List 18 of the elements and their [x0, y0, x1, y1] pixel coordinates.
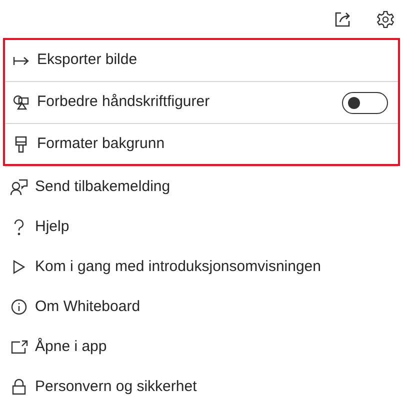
menu-item[interactable]: Åpne i app — [0, 327, 403, 367]
menu-item-label: Send tilbakemelding — [35, 176, 172, 197]
menu-item[interactable]: Formater bakgrunn — [5, 124, 398, 164]
menu-item-label: Eksporter bilde — [37, 50, 138, 70]
menu-item[interactable]: Personvern og sikkerhet — [0, 367, 403, 407]
menu-item-label: Kom i gang med introduksjonsomvisningen — [35, 256, 322, 277]
menu-item-label: Forbedre håndskriftfigurer — [37, 92, 211, 112]
menu-item[interactable]: Om Whiteboard — [0, 287, 403, 327]
menu-item-label: Hjelp — [35, 216, 70, 237]
menu-item[interactable]: Send tilbakemelding — [0, 167, 403, 207]
menu-item[interactable]: Eksporter bilde — [5, 40, 398, 82]
menu-item-label: Formater bakgrunn — [37, 134, 166, 154]
menu-item-label: Om Whiteboard — [35, 296, 142, 317]
menu-item[interactable]: Kom i gang med introduksjonsomvisningen — [0, 247, 403, 287]
menu-item-label: Åpne i app — [35, 336, 108, 357]
menu-item[interactable]: Hjelp — [0, 207, 403, 247]
menu-item-label: Personvern og sikkerhet — [35, 376, 198, 397]
menu-item[interactable]: Forbedre håndskriftfigurer — [5, 82, 398, 124]
